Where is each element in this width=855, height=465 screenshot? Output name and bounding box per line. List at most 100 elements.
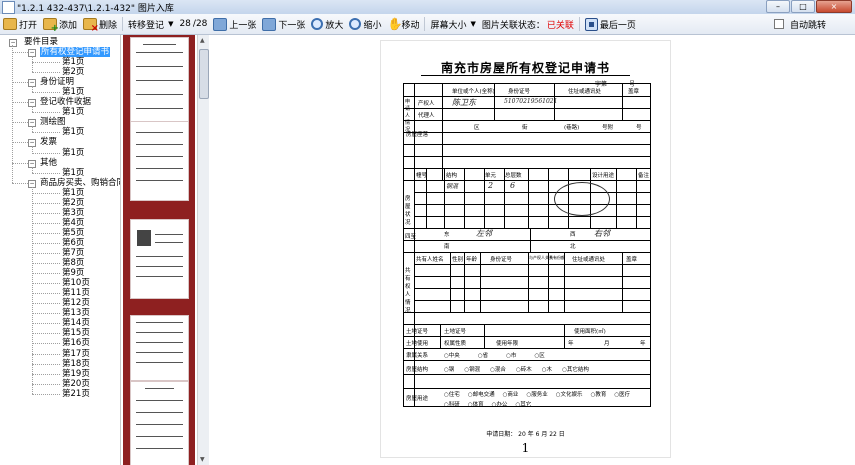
handwritten-east: 左邻 (476, 229, 492, 238)
label-east: 东 (444, 232, 450, 238)
tree-page[interactable]: 第2页 (62, 67, 84, 77)
image-viewer[interactable]: 南充市房屋所有权登记申请书 字第 号 申请人情况 单位或个人(全称) 身份证号 … (209, 35, 855, 465)
label-building-no: 幢号 (416, 173, 428, 179)
label-usage: 设计用途 (592, 173, 615, 179)
tree-group[interactable]: 所有权登记申请书 (40, 47, 111, 57)
collapse-icon[interactable]: − (9, 39, 17, 47)
label-house-use: 房屋用途 (406, 396, 429, 402)
tree-page[interactable]: 第17页 (62, 349, 90, 359)
tree-page[interactable]: 第2页 (62, 198, 84, 208)
auto-jump-checkbox[interactable]: 自动跳转 (771, 15, 829, 33)
tree-page[interactable]: 第21页 (62, 389, 90, 399)
tree-page[interactable]: 第1页 (62, 87, 84, 97)
next-button[interactable]: 下一张 (259, 15, 308, 33)
thumbnail[interactable] (130, 219, 189, 299)
tree-page[interactable]: 第3页 (62, 208, 84, 218)
minimize-button[interactable]: – (766, 0, 790, 13)
delete-button[interactable]: 删除 (80, 15, 120, 34)
tree-group[interactable]: 商品房买卖、购销合同 (40, 178, 120, 188)
tree-page[interactable]: 第12页 (62, 298, 90, 308)
hand-icon: ✋ (387, 16, 403, 31)
tree-page[interactable]: 第9页 (62, 268, 84, 278)
tree-group[interactable]: 其他 (40, 158, 57, 168)
tree-page[interactable]: 第15页 (62, 328, 90, 338)
zoom-in-button[interactable]: 放大 (308, 15, 346, 33)
application-form: 申请人情况 单位或个人(全称) 身份证号 住址或通讯处 盖章 产权人 代理人 陈… (403, 83, 651, 408)
tree-page[interactable]: 第1页 (62, 57, 84, 67)
toolbar-separator (578, 17, 580, 31)
handwritten-floors: 6 (510, 181, 516, 190)
tree-page[interactable]: 第5页 (62, 228, 84, 238)
tree-page[interactable]: 第10页 (62, 278, 90, 288)
label-no: 号 (636, 125, 642, 131)
tree-page[interactable]: 第1页 (62, 107, 84, 117)
maximize-button[interactable]: □ (791, 0, 815, 13)
zoom-in-label: 放大 (325, 20, 344, 31)
prev-button[interactable]: 上一张 (210, 15, 259, 33)
tree-page[interactable]: 第1页 (62, 168, 84, 178)
zoom-out-icon (349, 18, 362, 30)
tree-page[interactable]: 第1页 (62, 127, 84, 137)
folder-open-icon (3, 18, 17, 30)
tree-root[interactable]: 要件目录 (24, 37, 58, 47)
tree-page[interactable]: 第14页 (62, 318, 90, 328)
form-option: ○服务业 (526, 392, 548, 398)
open-button[interactable]: 打开 (0, 15, 40, 33)
label-year-2: 年 (640, 341, 646, 347)
tree-page[interactable]: 第6页 (62, 238, 84, 248)
tree-page[interactable]: 第7页 (62, 248, 84, 258)
tree-page[interactable]: 第18页 (62, 359, 90, 369)
delete-label: 删除 (99, 20, 118, 31)
form-option: ○体育 (467, 402, 484, 408)
screen-size-dropdown[interactable]: 屏幕大小 ▼ (427, 15, 478, 33)
scroll-down-icon[interactable]: ▼ (200, 456, 205, 463)
tree-page[interactable]: 第13页 (62, 308, 90, 318)
thumbnail[interactable] (130, 121, 189, 201)
tree-page[interactable]: 第16页 (62, 338, 90, 348)
tree-page[interactable]: 第11页 (62, 288, 90, 298)
thumbnail-scrollbar[interactable]: ▲ ▼ (197, 35, 209, 465)
tree-group[interactable]: 测绘图 (40, 117, 66, 127)
scrollbar-thumb[interactable] (199, 49, 209, 99)
last-page-label: 最后一页 (599, 20, 636, 31)
transfer-dropdown[interactable]: 转移登记 ▼ (125, 15, 176, 33)
label-applicant: 申请人情况 (405, 99, 411, 133)
open-label: 打开 (19, 20, 38, 31)
folder-add-icon (43, 18, 59, 34)
thumbnail[interactable] (130, 381, 189, 465)
tree-page[interactable]: 第1页 (62, 148, 84, 158)
form-option: ○教育 (590, 392, 607, 398)
stamp-oval (554, 182, 610, 216)
label-owner: 产权人 (418, 101, 435, 107)
label-lane: (巷路) (564, 125, 580, 131)
form-option: ○市 (506, 353, 517, 359)
zoom-out-button[interactable]: 缩小 (346, 15, 384, 33)
add-button[interactable]: 添加 (40, 15, 80, 34)
tree-page[interactable]: 第20页 (62, 379, 90, 389)
window-title: "1.2.1 432-437\1.2.1-432" 图片入库 (17, 4, 174, 14)
close-button[interactable]: × (816, 0, 852, 13)
label-south: 南 (444, 244, 450, 250)
page-mark: 1 (521, 441, 530, 455)
form-option: ○住宅 (444, 392, 460, 398)
link-status: 图片关联状态： 已关联 (479, 15, 577, 33)
tree-group[interactable]: 登记收件收据 (40, 97, 91, 107)
move-button[interactable]: ✋ 移动 (384, 15, 422, 33)
last-page-button[interactable]: 最后一页 (582, 15, 639, 33)
tree-group[interactable]: 发票 (40, 137, 57, 147)
options-structure: ○钢 ○钢混 ○混合 ○砖木 ○木 ○其它结构 (444, 365, 589, 373)
tree-page[interactable]: 第8页 (62, 258, 84, 268)
tree-page[interactable]: 第4页 (62, 218, 84, 228)
tree-page[interactable]: 第1页 (62, 188, 84, 198)
label-co-id: 身份证号 (490, 257, 513, 263)
tree-group[interactable]: 身份证明 (40, 77, 74, 87)
label-floors: 总层数 (505, 173, 522, 179)
transfer-label: 转移登记 (128, 20, 165, 31)
tree-page[interactable]: 第19页 (62, 369, 90, 379)
app-icon (2, 1, 15, 14)
thumbnail[interactable] (130, 315, 189, 381)
label-house-structure: 房屋结构 (406, 367, 429, 373)
scroll-up-icon[interactable]: ▲ (200, 37, 205, 44)
label-co-seal: 盖章 (626, 257, 638, 263)
label-west: 西 (570, 232, 576, 238)
